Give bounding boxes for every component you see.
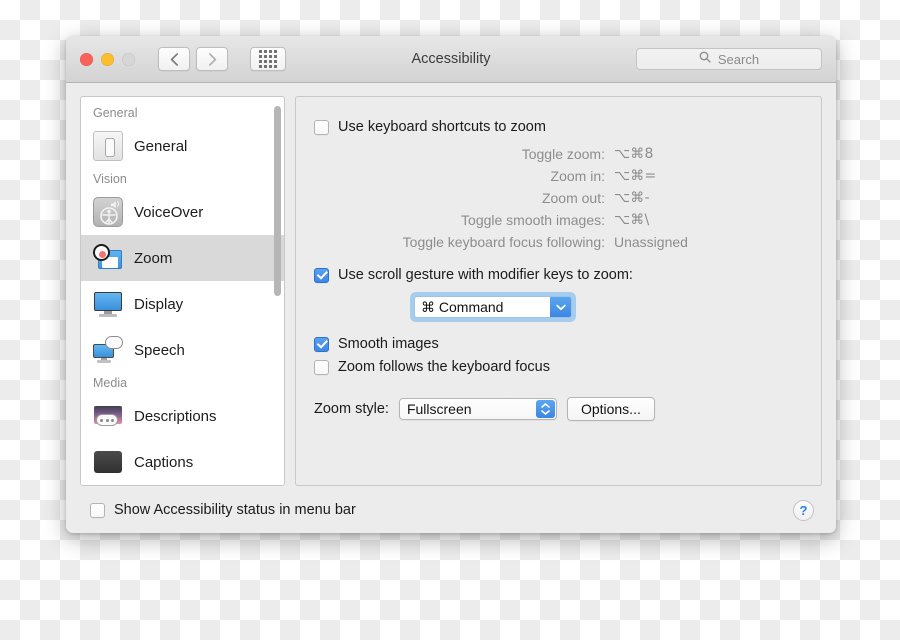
use-scroll-gesture-checkbox[interactable] — [314, 267, 329, 283]
sidebar-item-voiceover[interactable]: VoiceOver — [81, 189, 284, 235]
voiceover-icon — [93, 197, 123, 227]
show-accessibility-status-label: Show Accessibility status in menu bar — [114, 502, 356, 518]
use-keyboard-shortcuts-checkbox[interactable] — [314, 119, 329, 135]
minimize-button[interactable] — [101, 52, 114, 66]
modifier-key-combobox[interactable]: ⌘ Command — [414, 296, 572, 318]
forward-button[interactable] — [196, 47, 228, 71]
zoom-icon — [93, 243, 123, 273]
window-footer: Show Accessibility status in menu bar ? — [66, 486, 836, 533]
modifier-key-value: ⌘ Command — [421, 298, 504, 315]
sidebar: General General Vision VoiceOver Zoom Di… — [80, 96, 285, 486]
shortcut-value: ⌥⌘\ — [614, 212, 650, 228]
sidebar-item-zoom[interactable]: Zoom — [81, 235, 284, 281]
search-placeholder: Search — [717, 51, 760, 67]
table-row: Zoom out: ⌥⌘- — [314, 187, 803, 209]
zoom-style-label: Zoom style: — [314, 401, 389, 417]
traffic-light-buttons — [80, 52, 135, 66]
sidebar-item-label: Captions — [134, 453, 194, 471]
sidebar-item-label: Zoom — [134, 249, 173, 267]
use-keyboard-shortcuts-label: Use keyboard shortcuts to zoom — [338, 119, 546, 135]
sidebar-item-descriptions[interactable]: Descriptions — [81, 393, 284, 439]
keyboard-shortcuts-checkbox-row[interactable]: Use keyboard shortcuts to zoom — [314, 119, 803, 135]
shortcut-value: ⌥⌘- — [614, 190, 650, 206]
shortcut-value: Unassigned — [614, 234, 688, 250]
back-button[interactable] — [158, 47, 190, 71]
show-all-grid-icon — [259, 50, 277, 68]
chevron-right-icon — [208, 52, 217, 66]
sidebar-group-general: General — [93, 106, 138, 120]
smooth-images-checkbox[interactable] — [314, 336, 329, 352]
help-question-icon[interactable]: ? — [793, 499, 814, 521]
screenshot-canvas: Accessibility Search General General Vis… — [0, 0, 900, 640]
display-monitor-icon — [93, 289, 123, 319]
zoom-style-select[interactable]: Fullscreen — [398, 398, 557, 420]
shortcut-key-label: Toggle keyboard focus following: — [402, 234, 605, 250]
sidebar-item-label: VoiceOver — [134, 203, 204, 221]
speech-bubble-icon — [93, 335, 123, 365]
table-row: Zoom in: ⌥⌘= — [314, 165, 803, 187]
sidebar-item-display[interactable]: Display — [81, 281, 284, 327]
help-button-label: ? — [799, 502, 808, 518]
menubar-status-checkbox-row[interactable]: Show Accessibility status in menu bar — [90, 502, 356, 518]
shortcut-key-label: Zoom out: — [541, 190, 605, 206]
sidebar-item-label: Display — [134, 295, 184, 313]
navigation-buttons — [158, 47, 286, 71]
search-icon — [699, 50, 711, 68]
sidebar-item-label: Speech — [134, 341, 185, 359]
zoom-follows-keyboard-focus-checkbox[interactable] — [314, 359, 329, 375]
zoom-style-value: Fullscreen — [406, 401, 472, 417]
shortcut-value: ⌥⌘8 — [614, 146, 654, 162]
scroll-gesture-checkbox-row[interactable]: Use scroll gesture with modifier keys to… — [314, 267, 803, 283]
updown-chevron-icon — [535, 400, 555, 418]
sidebar-group-media: Media — [93, 376, 128, 390]
keyboard-focus-checkbox-row[interactable]: Zoom follows the keyboard focus — [314, 359, 803, 375]
smooth-images-label: Smooth images — [338, 336, 439, 352]
table-row: Toggle smooth images: ⌥⌘\ — [314, 209, 803, 231]
shortcut-key-label: Toggle smooth images: — [461, 212, 605, 228]
general-switch-icon — [93, 131, 123, 161]
shortcuts-table: Toggle zoom: ⌥⌘8 Zoom in: ⌥⌘= Zoom out: … — [314, 143, 803, 253]
sidebar-scroll-content: General General Vision VoiceOver Zoom Di… — [81, 97, 284, 485]
shortcut-key-label: Toggle zoom: — [521, 146, 605, 162]
chevron-left-icon — [170, 52, 179, 66]
shortcut-value: ⌥⌘= — [614, 168, 657, 184]
options-button-label: Options... — [580, 401, 641, 417]
options-button[interactable]: Options... — [566, 397, 655, 421]
captions-icon — [93, 447, 123, 477]
zoom-follows-keyboard-focus-label: Zoom follows the keyboard focus — [338, 359, 550, 375]
modifier-key-combobox-focusring: ⌘ Command — [410, 292, 576, 322]
shortcut-key-label: Zoom in: — [550, 168, 605, 184]
table-row: Toggle keyboard focus following: Unassig… — [314, 231, 803, 253]
sidebar-item-label: Descriptions — [134, 407, 217, 425]
sidebar-group-vision: Vision — [93, 172, 127, 186]
sidebar-item-general[interactable]: General — [81, 123, 284, 169]
use-scroll-gesture-label: Use scroll gesture with modifier keys to… — [338, 267, 633, 283]
sidebar-item-speech[interactable]: Speech — [81, 327, 284, 373]
show-accessibility-status-checkbox[interactable] — [90, 502, 105, 518]
system-preferences-window: Accessibility Search General General Vis… — [66, 36, 836, 533]
smooth-images-checkbox-row[interactable]: Smooth images — [314, 336, 803, 352]
zoom-settings-pane: Use keyboard shortcuts to zoom Toggle zo… — [295, 96, 822, 486]
table-row: Toggle zoom: ⌥⌘8 — [314, 143, 803, 165]
sidebar-bottom-clip — [81, 477, 284, 485]
window-body: General General Vision VoiceOver Zoom Di… — [66, 83, 836, 486]
sidebar-item-label: General — [134, 137, 188, 155]
chevron-down-icon[interactable] — [550, 297, 571, 317]
window-titlebar: Accessibility Search — [66, 36, 836, 83]
sidebar-scrollbar-thumb[interactable] — [274, 106, 281, 296]
maximize-button[interactable] — [122, 52, 135, 66]
close-button[interactable] — [80, 52, 93, 66]
sidebar-scrollbar[interactable] — [273, 100, 282, 482]
show-all-button[interactable] — [250, 47, 286, 71]
zoom-style-row: Zoom style: Fullscreen Options... — [314, 397, 803, 421]
descriptions-icon — [93, 401, 123, 431]
search-input[interactable]: Search — [636, 48, 822, 70]
